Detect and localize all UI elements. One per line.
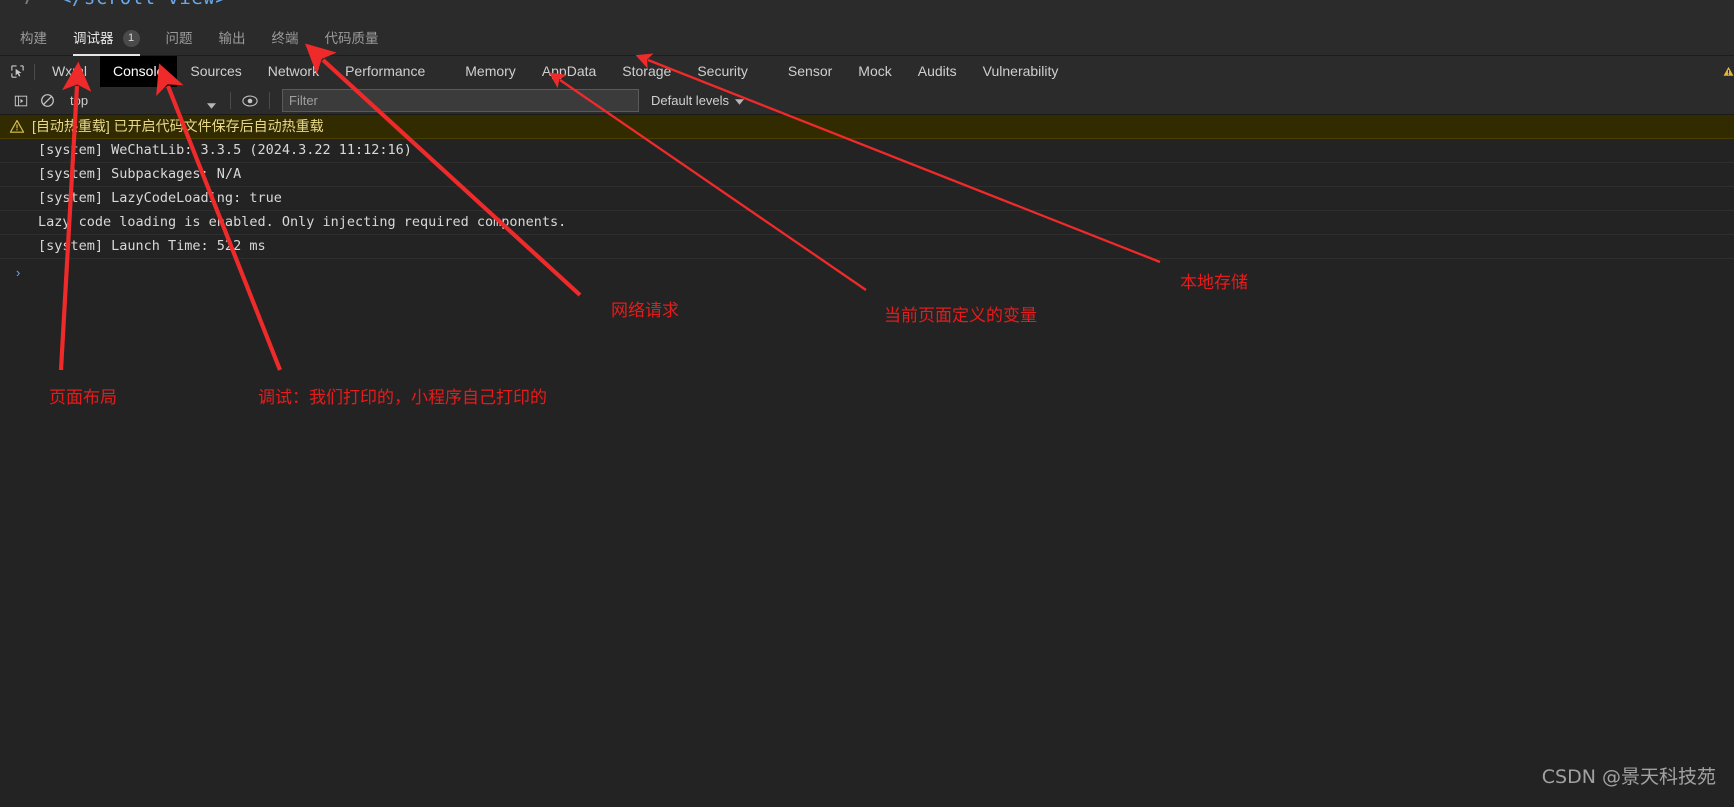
devtools-tab-vulnerability[interactable]: Vulnerability [970, 56, 1072, 87]
prompt-chevron-icon: › [16, 264, 21, 280]
csdn-watermark: CSDN @景天科技苑 [1541, 766, 1716, 788]
panel-tab-1[interactable]: 调试器 1 [73, 22, 140, 56]
chevron-down-icon [207, 97, 216, 112]
panel-tab-4[interactable]: 终端 [272, 22, 299, 56]
console-message-text: [system] Launch Time: 522 ms [38, 238, 266, 254]
console-message-text: Lazy code loading is enabled. Only injec… [38, 214, 567, 230]
devtools-tab-storage[interactable]: Storage [609, 56, 684, 87]
execution-context-value: top [70, 93, 89, 108]
panel-tab-label: 代码质量 [324, 30, 379, 46]
panel-tab-3[interactable]: 输出 [219, 22, 246, 56]
devtools-tab-performance[interactable]: Performance [332, 56, 438, 87]
panel-tab-badge: 1 [122, 30, 140, 47]
console-message-row[interactable]: [system] Launch Time: 522 ms [0, 235, 1734, 259]
console-message-list[interactable]: [自动热重载] 已开启代码文件保存后自动热重载 [system] WeChatLi… [0, 115, 1734, 807]
live-expression-icon[interactable] [237, 89, 263, 113]
chevron-down-icon [735, 93, 745, 108]
console-message-text: [system] Subpackages: N/A [38, 166, 242, 182]
devtools-tab-memory[interactable]: Memory [452, 56, 529, 87]
devtools-tab-security[interactable]: Security [684, 56, 761, 87]
inspect-cursor-icon[interactable] [0, 56, 34, 87]
panel-tab-2[interactable]: 问题 [166, 22, 193, 56]
panel-tab-label: 终端 [271, 30, 299, 46]
filter-input[interactable] [283, 89, 638, 112]
warning-triangle-icon [10, 120, 24, 133]
console-message-row[interactable]: [自动热重载] 已开启代码文件保存后自动热重载 [0, 115, 1734, 139]
panel-tab-5[interactable]: 代码质量 [325, 22, 379, 56]
editor-code-strip: 7 </scroll-view> [0, 0, 1734, 22]
console-message-row[interactable]: Lazy code loading is enabled. Only injec… [0, 211, 1734, 235]
editor-gutter-line-number: 7 [22, 0, 33, 9]
execution-context-select[interactable]: top [64, 90, 224, 112]
devtools-tab-bar: Wxml Console Sources Network Performance Memo… [0, 56, 1734, 88]
devtools-tab-sensor[interactable]: Sensor [775, 56, 845, 87]
log-levels-label: Default levels [651, 93, 730, 108]
panel-tab-0[interactable]: 构建 [20, 22, 47, 56]
devtools-warning-indicator[interactable] [1722, 56, 1734, 87]
devtools-tab-sources[interactable]: Sources [177, 56, 254, 87]
devtools-tab-mock[interactable]: Mock [845, 56, 904, 87]
toolbar-divider [34, 63, 35, 80]
console-message-row[interactable]: [system] Subpackages: N/A [0, 163, 1734, 187]
clear-console-icon[interactable] [34, 89, 60, 113]
toolbar-divider [269, 92, 270, 109]
console-message-row[interactable]: [system] WeChatLib: 3.3.5 (2024.3.22 11:… [0, 139, 1734, 163]
editor-code-line: </scroll-view> [60, 0, 227, 9]
toolbar-divider [230, 92, 231, 109]
panel-tab-label: 输出 [218, 30, 246, 46]
console-message-text: [system] LazyCodeLoading: true [38, 190, 282, 206]
filter-input-wrapper[interactable] [282, 89, 639, 112]
show-console-sidebar-icon[interactable] [8, 89, 34, 113]
console-message-text: [自动热重载] 已开启代码文件保存后自动热重载 [32, 118, 324, 134]
panel-tab-label: 调试器 [73, 30, 114, 46]
devtools-tab-network[interactable]: Network [255, 56, 332, 87]
panel-tab-label: 构建 [20, 30, 47, 46]
devtools-tab-console[interactable]: Console [100, 56, 178, 87]
console-input-prompt[interactable]: › [0, 259, 1734, 285]
console-message-row[interactable]: [system] LazyCodeLoading: true [0, 187, 1734, 211]
console-message-text: [system] WeChatLib: 3.3.5 (2024.3.22 11:… [38, 142, 412, 158]
log-levels-dropdown[interactable]: Default levels [651, 93, 745, 108]
console-toolbar: top Default levels [0, 87, 1734, 115]
devtools-tab-wxml[interactable]: Wxml [39, 56, 100, 87]
panel-tab-bar: 构建 调试器 1 问题 输出 终端 代码质量 [0, 22, 1734, 56]
panel-tab-label: 问题 [165, 30, 193, 46]
devtools-tab-audits[interactable]: Audits [905, 56, 970, 87]
devtools-tab-appdata[interactable]: AppData [529, 56, 609, 87]
